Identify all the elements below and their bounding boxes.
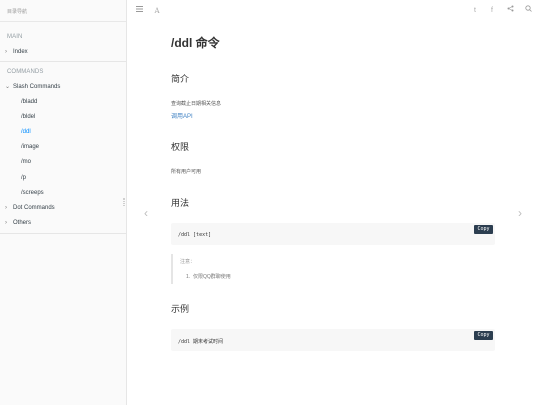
sidebar-item-label: Slash Commands — [13, 84, 61, 90]
facebook-icon[interactable]: f — [486, 5, 498, 17]
sidebar-divider — [0, 233, 126, 234]
sidebar-item-index[interactable]: › Index — [0, 45, 126, 60]
sidebar-item-dot-commands[interactable]: › Dot Commands — [0, 201, 126, 216]
api-link[interactable]: 调用API — [171, 111, 193, 120]
chevron-right-icon: › — [5, 49, 7, 55]
sidebar-resize-handle[interactable] — [123, 198, 125, 206]
intro-text: 查询截止日期相关信息 — [171, 101, 222, 107]
sidebar-divider — [0, 61, 126, 62]
usage-code-block: /ddl [text] Copy — [171, 223, 495, 245]
toolbar: A t f — [127, 0, 540, 22]
sidebar-item-label: Others — [13, 220, 32, 226]
chevron-right-icon: › — [5, 205, 7, 211]
section-main: MAIN — [7, 34, 23, 40]
copy-button[interactable]: Copy — [474, 225, 493, 234]
example-code-block: /ddl 期末考试时间 Copy — [171, 329, 495, 351]
search-icon[interactable] — [522, 5, 534, 17]
menu-icon[interactable] — [133, 5, 145, 17]
sidebar-item-p[interactable]: /p — [0, 171, 126, 186]
chevron-right-icon: › — [5, 220, 7, 226]
section-heading-permission: 权限 — [171, 142, 190, 152]
note-label: 注意： — [180, 259, 196, 265]
sidebar-item-slash-commands[interactable]: ⌄ Slash Commands — [0, 80, 126, 95]
example-code: /ddl 期末考试时间 — [178, 339, 224, 345]
sidebar-item-image[interactable]: /image — [0, 140, 126, 155]
section-heading-usage: 用法 — [171, 198, 190, 208]
sidebar-item-bladd[interactable]: /bladd — [0, 95, 126, 110]
sidebar-title: 目录导航 — [0, 0, 126, 22]
next-page-icon[interactable]: › — [515, 205, 525, 221]
section-commands: COMMANDS — [7, 69, 44, 75]
copy-button[interactable]: Copy — [474, 331, 493, 340]
sidebar-item-label: Index — [13, 49, 28, 55]
share-icon[interactable] — [504, 5, 516, 17]
sidebar-item-others[interactable]: › Others — [0, 216, 126, 231]
note-list-item: 1. 仅限QQ群聊使用 — [186, 274, 231, 280]
note-blockquote: 注意： 1. 仅限QQ群聊使用 — [171, 254, 495, 284]
section-heading-intro: 简介 — [171, 74, 190, 84]
sidebar-item-bldel[interactable]: /bldel — [0, 110, 126, 125]
sidebar-item-mo[interactable]: /mo — [0, 155, 126, 170]
font-settings-button[interactable]: A — [151, 5, 163, 17]
previous-page-icon[interactable]: ‹ — [141, 205, 151, 221]
app-window: 目录导航 MAIN › Index COMMANDS ⌄ Slash Comma… — [0, 0, 540, 405]
permission-text: 所有用户可用 — [171, 169, 202, 175]
chevron-down-icon: ⌄ — [5, 84, 11, 90]
twitter-icon[interactable]: t — [469, 5, 481, 17]
sidebar: 目录导航 MAIN › Index COMMANDS ⌄ Slash Comma… — [0, 0, 127, 405]
usage-code: /ddl [text] — [178, 232, 212, 238]
sidebar-item-ddl[interactable]: /ddl — [0, 125, 126, 140]
section-heading-example: 示例 — [171, 304, 190, 314]
sidebar-item-label: Dot Commands — [13, 205, 55, 211]
sidebar-item-screeps[interactable]: /screeps — [0, 186, 126, 201]
page-title: /ddl 命令 — [171, 36, 220, 50]
